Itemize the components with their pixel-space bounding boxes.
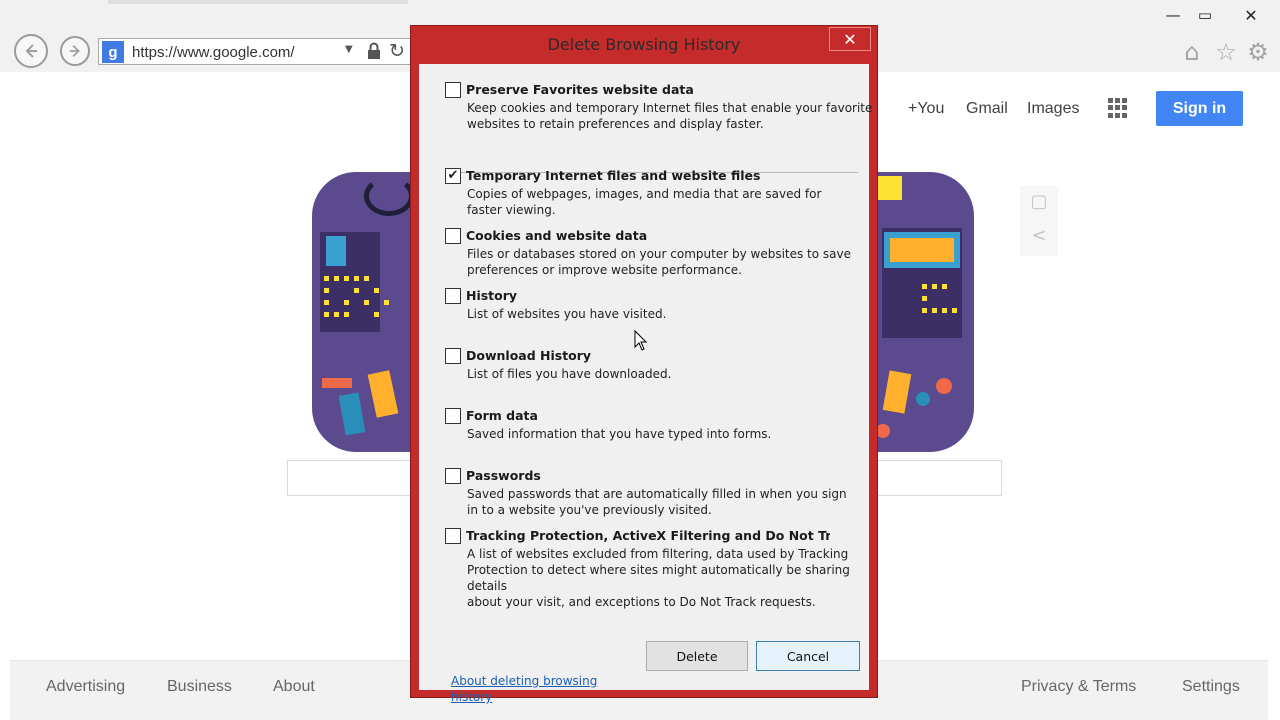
share-icon[interactable]: <	[1028, 224, 1050, 246]
about-deleting-history-link[interactable]: About deleting browsing history	[451, 673, 621, 705]
option-label: Passwords	[466, 468, 541, 483]
mouse-cursor-icon	[634, 330, 648, 351]
option-description: Copies of webpages, images, and media th…	[467, 187, 822, 217]
delete-browsing-history-dialog: Delete Browsing History ✕ Preserve Favor…	[410, 25, 878, 704]
back-button[interactable]	[14, 34, 48, 68]
checkbox-history[interactable]	[445, 288, 461, 304]
checkbox-preserve-favorites[interactable]	[445, 82, 461, 98]
minimize-button[interactable]: —	[1156, 4, 1190, 26]
option-description: Saved information that you have typed in…	[467, 427, 772, 441]
option-label: Temporary Internet files and website fil…	[466, 168, 761, 183]
tab-strip	[108, 0, 408, 4]
address-url[interactable]: https://www.google.com/	[132, 44, 295, 61]
checkbox-form-data[interactable]	[445, 408, 461, 424]
checkbox-download-history[interactable]	[445, 348, 461, 364]
dialog-body: Preserve Favorites website data Keep coo…	[419, 64, 873, 704]
dialog-title: Delete Browsing History	[547, 35, 741, 54]
gmail-link[interactable]: Gmail	[966, 100, 1008, 118]
option-label: Cookies and website data	[466, 228, 648, 243]
home-icon[interactable]: ⌂	[1178, 38, 1206, 66]
refresh-icon[interactable]: ↻	[389, 40, 405, 62]
sign-in-button[interactable]: Sign in	[1156, 91, 1243, 126]
footer-settings-link[interactable]: Settings	[1182, 678, 1240, 696]
delete-button[interactable]: Delete	[646, 641, 748, 671]
option-label: History	[466, 288, 518, 303]
window-close-button[interactable]: ✕	[1234, 4, 1268, 26]
forward-arrow-icon	[69, 45, 80, 57]
footer-advertising-link[interactable]: Advertising	[46, 678, 125, 696]
lock-icon[interactable]	[367, 42, 381, 60]
forward-button[interactable]	[60, 36, 90, 66]
images-link[interactable]: Images	[1027, 100, 1079, 118]
option-label: Preserve Favorites website data	[466, 82, 694, 97]
doodle-side-tools: ▢ <	[1020, 186, 1058, 256]
address-bar[interactable]: g https://www.google.com/ ▼ ↻	[98, 38, 420, 65]
option-description: A list of websites excluded from filteri…	[467, 547, 850, 609]
maximize-button[interactable]: ▭	[1188, 4, 1222, 26]
option-description: Keep cookies and temporary Internet file…	[467, 101, 873, 131]
address-dropdown-icon[interactable]: ▼	[345, 44, 353, 55]
plus-you-link[interactable]: +You	[908, 100, 944, 118]
option-label: Tracking Protection, ActiveX Filtering a…	[466, 528, 830, 543]
checkbox-tracking-protection[interactable]	[445, 528, 461, 544]
collections-icon[interactable]: ▢	[1028, 190, 1050, 212]
tools-gear-icon[interactable]: ⚙	[1244, 38, 1272, 66]
checkbox-passwords[interactable]	[445, 468, 461, 484]
apps-grid-icon[interactable]	[1108, 98, 1128, 118]
option-label: Form data	[466, 408, 538, 423]
checkbox-temporary-files[interactable]: ✔	[445, 168, 461, 184]
footer-business-link[interactable]: Business	[167, 678, 232, 696]
option-description: Saved passwords that are automatically f…	[467, 487, 847, 517]
back-arrow-icon	[25, 44, 37, 58]
checkbox-cookies[interactable]	[445, 228, 461, 244]
cancel-button[interactable]: Cancel	[756, 641, 860, 671]
option-description: List of websites you have visited.	[467, 307, 667, 321]
footer-about-link[interactable]: About	[273, 678, 315, 696]
dialog-close-button[interactable]: ✕	[829, 27, 871, 51]
doodle-left-image[interactable]	[312, 172, 422, 452]
option-description: List of files you have downloaded.	[467, 367, 672, 381]
google-favicon-icon: g	[102, 41, 124, 63]
option-label: Download History	[466, 348, 592, 363]
favorites-star-icon[interactable]: ☆	[1212, 38, 1240, 66]
doodle-right-image[interactable]	[872, 172, 974, 452]
footer-privacy-terms-link[interactable]: Privacy & Terms	[1021, 678, 1136, 696]
option-description: Files or databases stored on your comput…	[467, 247, 852, 277]
